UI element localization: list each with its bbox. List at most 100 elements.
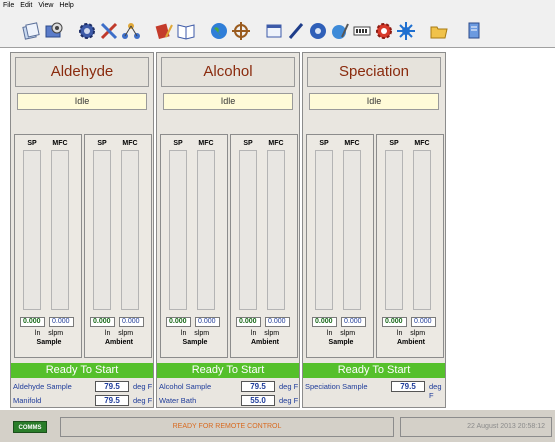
menu-edit[interactable]: Edit xyxy=(17,0,35,11)
panel-status: Idle xyxy=(17,93,147,110)
tools-icon[interactable] xyxy=(98,20,120,42)
menu-bar: File Edit View Help xyxy=(0,0,555,12)
pen-icon[interactable] xyxy=(285,20,307,42)
globe-icon[interactable] xyxy=(208,20,230,42)
reading-value: 79.5 xyxy=(95,381,129,392)
units-label: ln slpm xyxy=(104,330,134,337)
gauge-label-mfc: MFC xyxy=(268,140,284,147)
mfc-bar xyxy=(413,150,431,310)
mfc-bar xyxy=(121,150,139,310)
sp-bar xyxy=(23,150,41,310)
mfc-bar xyxy=(51,150,69,310)
gauge-label-sp: SP xyxy=(389,140,399,147)
open-folder-icon[interactable] xyxy=(428,20,450,42)
gauge-label-mfc: MFC xyxy=(122,140,138,147)
reading-row: Water Bath 55.0 deg F xyxy=(159,395,299,406)
menu-help[interactable]: Help xyxy=(56,0,76,11)
mfc-value: 0.000 xyxy=(341,317,366,327)
reading-value: 79.5 xyxy=(391,381,425,392)
gear-icon[interactable] xyxy=(76,20,98,42)
reading-row: Speciation Sample 79.5 deg F xyxy=(305,381,445,400)
pages-icon[interactable] xyxy=(20,20,42,42)
panel-speciation: Speciation Idle SP MFC 0.000 0.000 ln sl… xyxy=(302,52,446,408)
panel-title: Speciation xyxy=(307,57,441,87)
ready-status: Ready To Start xyxy=(157,363,299,378)
gauge-group-ambient: SP MFC 0.000 0.000 ln slpm Ambient xyxy=(84,134,152,358)
document-icon[interactable] xyxy=(463,20,485,42)
book-pencil-icon[interactable] xyxy=(153,20,175,42)
group-name: Sample xyxy=(36,339,62,346)
gauge-label-sp: SP xyxy=(243,140,253,147)
gauge-group-sample: SP MFC 0.000 0.000 ln slpm Sample xyxy=(306,134,374,358)
mfc-value: 0.000 xyxy=(411,317,436,327)
reading-unit: deg F xyxy=(429,382,442,400)
gauge-label-sp: SP xyxy=(173,140,183,147)
gauge-group-sample: SP MFC 0.000 0.000 ln slpm Sample xyxy=(160,134,228,358)
panel-title: Alcohol xyxy=(161,57,295,87)
gauge-group-ambient: SP MFC 0.000 0.000 ln slpm Ambient xyxy=(376,134,444,358)
reading-row: Alcohol Sample 79.5 deg F xyxy=(159,381,299,392)
group-name: Ambient xyxy=(105,339,133,346)
book-open-icon[interactable] xyxy=(175,20,197,42)
units-label: ln slpm xyxy=(180,330,210,337)
menu-file[interactable]: File xyxy=(0,0,17,11)
status-message: READY FOR REMOTE CONTROL xyxy=(60,417,394,437)
meter-icon[interactable] xyxy=(351,20,373,42)
reading-row: Aldehyde Sample 79.5 deg F xyxy=(13,381,153,392)
globe-pen-icon[interactable] xyxy=(329,20,351,42)
reading-value: 79.5 xyxy=(95,395,129,406)
reading-label: Manifold xyxy=(13,396,42,405)
mfc-value: 0.000 xyxy=(195,317,220,327)
sp-value: 0.000 xyxy=(312,317,337,327)
gauge-label-mfc: MFC xyxy=(414,140,430,147)
sp-bar xyxy=(239,150,257,310)
gauge-label-mfc: MFC xyxy=(344,140,360,147)
sp-value: 0.000 xyxy=(90,317,115,327)
workspace: Aldehyde Idle SP MFC 0.000 0.000 ln slpm… xyxy=(0,48,555,410)
reading-unit: deg F xyxy=(279,396,299,405)
reading-unit: deg F xyxy=(133,396,153,405)
units-label: ln slpm xyxy=(326,330,356,337)
reading-value: 79.5 xyxy=(241,381,275,392)
comms-indicator: COMMS xyxy=(13,421,47,433)
group-name: Sample xyxy=(182,339,208,346)
mfc-bar xyxy=(343,150,361,310)
group-name: Sample xyxy=(328,339,354,346)
panel-alcohol: Alcohol Idle SP MFC 0.000 0.000 ln slpm … xyxy=(156,52,300,408)
reading-label: Alcohol Sample xyxy=(159,382,212,391)
sp-value: 0.000 xyxy=(166,317,191,327)
menu-view[interactable]: View xyxy=(35,0,56,11)
star-burst-icon[interactable] xyxy=(395,20,417,42)
status-datetime: 22 August 2013 20:58:12 xyxy=(400,417,552,437)
reading-row: Manifold 79.5 deg F xyxy=(13,395,153,406)
red-gear-icon[interactable] xyxy=(373,20,395,42)
sp-bar xyxy=(93,150,111,310)
group-name: Ambient xyxy=(397,339,425,346)
toolbar xyxy=(0,12,555,48)
units-label: ln slpm xyxy=(34,330,64,337)
folder-gear-icon[interactable] xyxy=(43,20,65,42)
sp-bar xyxy=(315,150,333,310)
units-label: ln slpm xyxy=(250,330,280,337)
panel-aldehyde: Aldehyde Idle SP MFC 0.000 0.000 ln slpm… xyxy=(10,52,154,408)
reading-label: Water Bath xyxy=(159,396,197,405)
sp-value: 0.000 xyxy=(20,317,45,327)
gauge-label-sp: SP xyxy=(27,140,37,147)
sp-value: 0.000 xyxy=(236,317,261,327)
disc-icon[interactable] xyxy=(307,20,329,42)
panel-status: Idle xyxy=(163,93,293,110)
mfc-value: 0.000 xyxy=(265,317,290,327)
ready-status: Ready To Start xyxy=(303,363,445,378)
mfc-bar xyxy=(197,150,215,310)
gauge-label-mfc: MFC xyxy=(52,140,68,147)
mfc-bar xyxy=(267,150,285,310)
ship-wheel-icon[interactable] xyxy=(230,20,252,42)
ready-status: Ready To Start xyxy=(11,363,153,378)
window-icon[interactable] xyxy=(263,20,285,42)
reading-label: Aldehyde Sample xyxy=(13,382,72,391)
mfc-value: 0.000 xyxy=(49,317,74,327)
reading-label: Speciation Sample xyxy=(305,382,368,391)
network-icon[interactable] xyxy=(120,20,142,42)
sp-value: 0.000 xyxy=(382,317,407,327)
gauge-group-ambient: SP MFC 0.000 0.000 ln slpm Ambient xyxy=(230,134,298,358)
